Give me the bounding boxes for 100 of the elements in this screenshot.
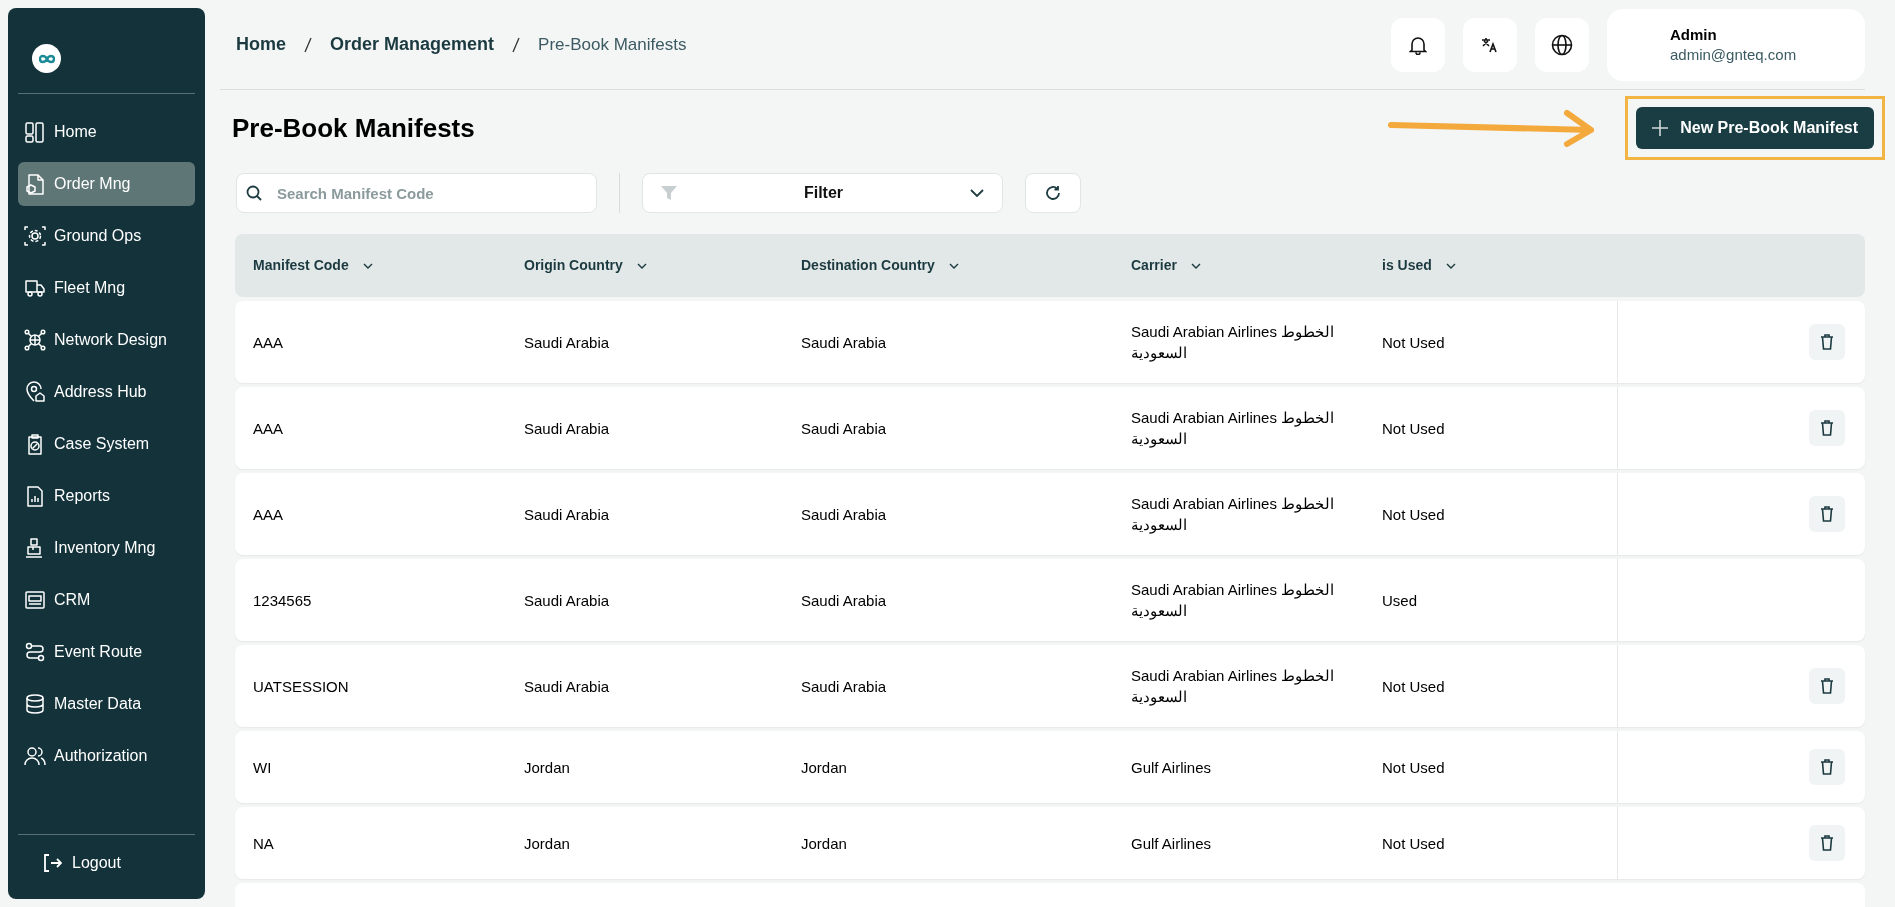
refresh-button[interactable] — [1025, 173, 1081, 213]
language-button[interactable] — [1535, 17, 1589, 72]
breadcrumb-link[interactable]: Order Management — [330, 31, 495, 58]
slash-separator-icon — [304, 36, 312, 53]
table-cell-text: Not Used — [1382, 332, 1446, 353]
logo-icon — [32, 44, 61, 73]
sidebar-item[interactable]: CRM — [18, 578, 195, 622]
table-cell-text: Jordan — [801, 757, 848, 778]
translate-button[interactable] — [1463, 17, 1517, 72]
trash-icon — [1820, 678, 1834, 694]
column-header[interactable]: Origin Country — [524, 255, 647, 276]
column-header[interactable]: Carrier — [1131, 255, 1201, 276]
chevron-down-icon — [362, 262, 373, 269]
user-name: Admin — [1670, 24, 1718, 45]
delete-button[interactable] — [1809, 668, 1845, 704]
trash-icon — [1820, 759, 1834, 775]
table-cell-text: Saudi Arabia — [524, 504, 611, 525]
table-row[interactable]: NA Jordan Jordan Gulf Airlines Not Used — [235, 807, 1865, 879]
users-icon — [24, 745, 46, 767]
delete-button[interactable] — [1809, 825, 1845, 861]
table-cell-text: 1234565 — [253, 590, 313, 611]
crm-icon — [24, 589, 46, 611]
search-field[interactable]: Search Manifest Code — [236, 173, 597, 213]
sidebar-item[interactable]: Ground Ops — [18, 214, 195, 258]
filter-icon — [661, 185, 677, 201]
sidebar-item[interactable]: Authorization — [18, 734, 195, 778]
sidebar-item[interactable]: Master Data — [18, 682, 195, 726]
trash-icon — [1820, 420, 1834, 436]
table-cell-text: Saudi Arabia — [801, 504, 888, 525]
delete-button[interactable] — [1809, 496, 1845, 532]
table-cell-text: Saudi Arabian Airlines الخطوط السعودية — [1131, 580, 1336, 621]
table-cell-text: Not Used — [1382, 757, 1446, 778]
table-cell-text: AAA — [253, 418, 284, 439]
user-email: admin@gnteq.com — [1670, 44, 1798, 65]
chevron-down-icon — [948, 262, 959, 269]
globe-icon — [1551, 33, 1573, 56]
table-cell-text: Saudi Arabian Airlines الخطوط السعودية — [1131, 666, 1336, 707]
table-cell-text: Saudi Arabia — [524, 332, 611, 353]
trash-icon — [1820, 334, 1834, 350]
chevron-down-icon — [1445, 262, 1456, 269]
table-cell-text: Saudi Arabia — [801, 418, 888, 439]
network-globe-icon — [24, 329, 46, 351]
bell-icon — [1409, 34, 1427, 55]
column-header[interactable]: is Used — [1382, 255, 1456, 276]
table-cell-text: Saudi Arabia — [524, 590, 611, 611]
table-cell-text: NA — [253, 833, 275, 854]
table-cell-text: Saudi Arabia — [524, 676, 611, 697]
filter-dropdown[interactable]: Filter — [642, 173, 1003, 213]
delete-button[interactable] — [1809, 749, 1845, 785]
slash-separator-icon — [512, 36, 521, 53]
sidebar-item[interactable]: Inventory Mng — [18, 526, 195, 570]
table-cell-text: Not Used — [1382, 504, 1446, 525]
notification-button[interactable] — [1391, 17, 1445, 72]
table-cell-text: Saudi Arabia — [801, 676, 888, 697]
table-cell-text: Jordan — [524, 833, 571, 854]
table-cell-text: Not Used — [1382, 418, 1446, 439]
new-manifest-button[interactable]: New Pre-Book Manifest — [1636, 107, 1874, 149]
column-header[interactable]: Manifest Code — [253, 255, 373, 276]
table-cell-text: AAA — [253, 504, 284, 525]
table-cell-text: Saudi Arabia — [524, 418, 611, 439]
table-cell-text: Saudi Arabian Airlines الخطوط السعودية — [1131, 322, 1336, 363]
database-icon — [24, 693, 46, 715]
logout-icon — [42, 853, 62, 873]
sidebar-item[interactable]: Event Route — [18, 630, 195, 674]
gear-icon — [24, 225, 46, 247]
table-cell-text: Not Used — [1382, 833, 1446, 854]
delete-button[interactable] — [1809, 410, 1845, 446]
table-cell-text: Jordan — [524, 757, 571, 778]
table-cell-text: WI — [253, 757, 273, 778]
truck-icon — [24, 277, 46, 299]
column-header[interactable]: Destination Country — [801, 255, 959, 276]
page-title: Pre-Book Manifests — [232, 111, 475, 145]
trash-icon — [1820, 835, 1834, 851]
translate-icon — [1481, 35, 1499, 54]
sidebar-item[interactable]: Reports — [18, 474, 195, 518]
breadcrumb-link[interactable]: Home — [236, 31, 286, 58]
sidebar-item[interactable]: Fleet Mng — [18, 266, 195, 310]
logout-button[interactable]: Logout — [42, 851, 121, 875]
sidebar-item[interactable]: Address Hub — [18, 370, 195, 414]
table-cell-text: Saudi Arabian Airlines الخطوط السعودية — [1131, 494, 1336, 535]
table-cell-text: Gulf Airlines — [1131, 757, 1213, 778]
table-row[interactable]: WI Jordan Jordan Gulf Airlines Not Used — [235, 731, 1865, 803]
table-cell-text: UATSESSION — [253, 676, 350, 697]
user-card[interactable]: Admin admin@gnteq.com — [1607, 8, 1865, 81]
sidebar-item[interactable]: Home — [18, 110, 195, 154]
sidebar-item[interactable]: Case System — [18, 422, 195, 466]
location-pin-icon — [24, 381, 46, 403]
chevron-down-icon — [970, 189, 984, 197]
chevron-down-icon — [1190, 262, 1201, 269]
plus-icon — [1652, 120, 1669, 136]
route-icon — [24, 641, 46, 663]
delete-button[interactable] — [1809, 324, 1845, 360]
table-cell-text: AAA — [253, 332, 284, 353]
refresh-icon — [1045, 185, 1061, 201]
trash-icon — [1820, 506, 1834, 522]
table-cell-text: Jordan — [801, 833, 848, 854]
table-cell-text: Saudi Arabia — [801, 590, 888, 611]
sidebar-item[interactable]: Network Design — [18, 318, 195, 362]
package-document-icon — [24, 173, 46, 195]
sidebar-item[interactable]: Order Mng — [18, 162, 195, 206]
